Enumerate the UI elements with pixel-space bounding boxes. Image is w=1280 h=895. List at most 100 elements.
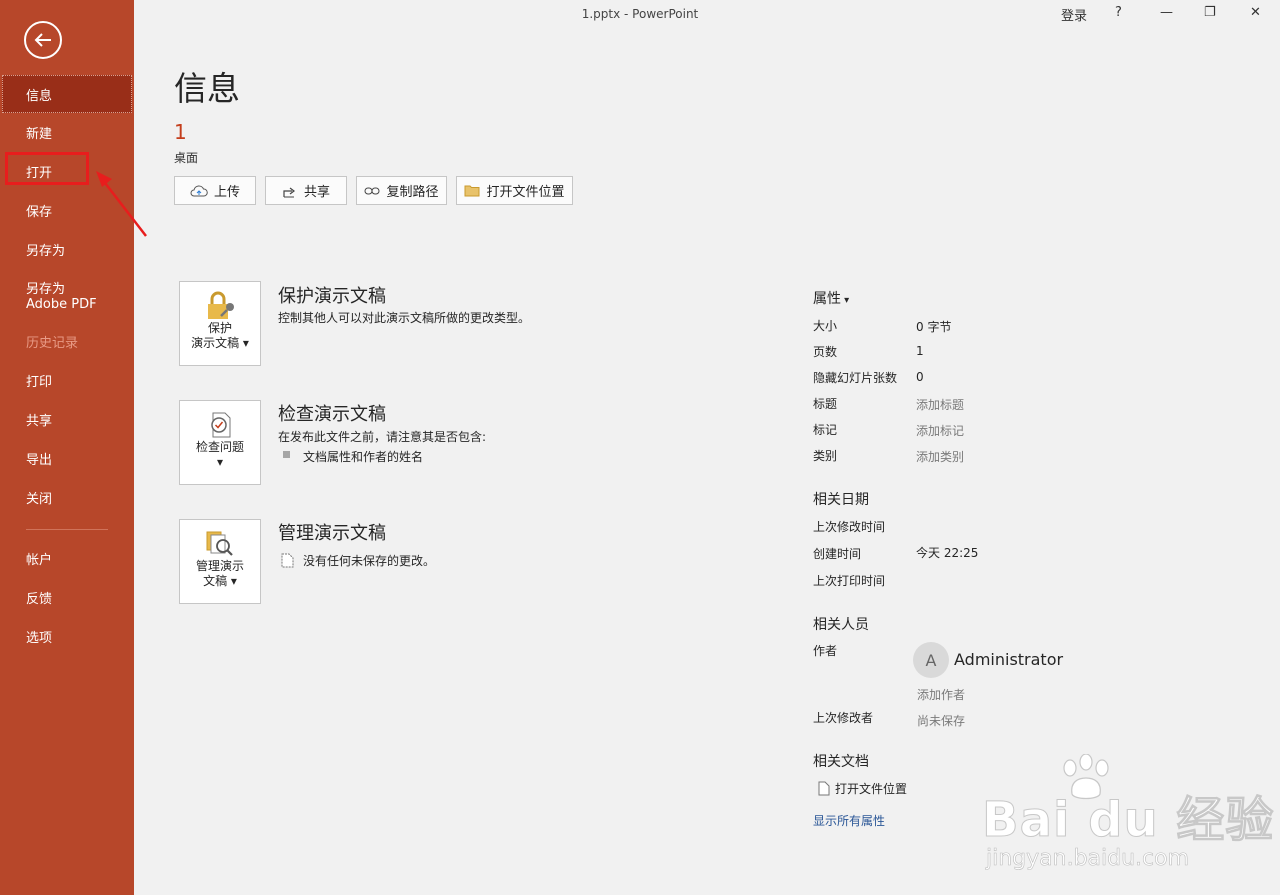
- share-icon: [283, 187, 295, 197]
- prop-size-label: 大小: [813, 319, 838, 333]
- prop-title-input[interactable]: 添加标题: [916, 396, 964, 413]
- copy-path-button[interactable]: 复制路径: [356, 176, 447, 205]
- nav-save-as-pdf[interactable]: 另存为 Adobe PDF: [0, 282, 110, 316]
- nav-new[interactable]: 新建: [0, 113, 134, 151]
- author-name[interactable]: Administrator: [954, 650, 1063, 669]
- baidu-watermark: Bai du 经验 jingyan.baidu.com: [981, 754, 1275, 871]
- manage-section-title: 管理演示文稿: [278, 523, 386, 544]
- nav-print-label: 打印: [26, 374, 53, 390]
- prop-category-input[interactable]: 添加类别: [916, 448, 964, 465]
- protect-presentation-tile[interactable]: 保护 演示文稿 ▾: [179, 281, 261, 366]
- check-issues-tile[interactable]: 检查问题 ▾: [179, 400, 261, 485]
- prop-pages-value: 1: [916, 344, 924, 358]
- manage-presentation-tile[interactable]: 管理演示 文稿 ▾: [179, 519, 261, 604]
- prop-hidden-slides-value: 0: [916, 370, 924, 384]
- nav-feedback-label: 反馈: [26, 591, 53, 607]
- nav-save-as-pdf-label: 另存为 Adobe PDF: [26, 282, 97, 312]
- open-file-location-link[interactable]: 打开文件位置: [818, 780, 907, 797]
- related-people-heading: 相关人员: [813, 617, 869, 633]
- nav-export[interactable]: 导出: [0, 439, 134, 477]
- manage-tile-label-1: 管理演示: [195, 559, 244, 573]
- nav-account[interactable]: 帐户: [0, 539, 134, 577]
- nav-separator: [26, 529, 108, 530]
- created-label: 创建时间: [813, 547, 862, 561]
- back-arrow-icon: [34, 33, 51, 47]
- protect-tile-label-2: 演示文稿 ▾: [191, 336, 249, 350]
- file-icon: [818, 781, 830, 796]
- paw-logo-icon: [1063, 754, 1109, 800]
- prop-size-value: 0 字节: [916, 320, 952, 334]
- nav-close[interactable]: 关闭: [0, 478, 134, 516]
- nav-account-label: 帐户: [26, 552, 53, 568]
- protect-tile-label-1: 保护: [207, 321, 232, 335]
- share-label: 共享: [303, 185, 330, 200]
- highlight-annotation-box: [5, 152, 89, 185]
- nav-options-label: 选项: [26, 630, 53, 646]
- open-file-location-link-label: 打开文件位置: [835, 782, 908, 796]
- prop-pages-label: 页数: [813, 345, 838, 359]
- document-icon: [281, 553, 294, 568]
- prop-tags-label: 标记: [813, 423, 838, 437]
- protect-section-desc: 控制其他人可以对此演示文稿所做的更改类型。: [278, 311, 531, 325]
- manage-section-desc: 没有任何未保存的更改。: [303, 554, 436, 568]
- lock-key-icon: [208, 291, 234, 319]
- nav-share[interactable]: 共享: [0, 400, 134, 438]
- close-window-button[interactable]: ✕: [1250, 5, 1261, 20]
- nav-feedback[interactable]: 反馈: [0, 578, 134, 616]
- prop-category-label: 类别: [813, 449, 838, 463]
- prop-title-label: 标题: [813, 397, 838, 411]
- last-modified-by-label: 上次修改者: [813, 711, 874, 725]
- open-file-location-label: 打开文件位置: [486, 185, 565, 200]
- minimize-button[interactable]: —: [1160, 5, 1173, 20]
- inspect-section-desc: 在发布此文件之前，请注意其是否包含:: [278, 430, 487, 444]
- nav-new-label: 新建: [26, 126, 53, 142]
- nav-info-label: 信息: [26, 88, 53, 104]
- document-name: 1: [174, 120, 187, 144]
- bullet-icon: [283, 451, 290, 458]
- restore-button[interactable]: ❐: [1204, 5, 1216, 20]
- backstage-sidebar: 信息 新建 打开 保存 另存为 另存为 Adobe PDF 历史记录 打印 共享…: [0, 0, 134, 895]
- nav-save-as-label: 另存为: [26, 243, 66, 259]
- nav-options[interactable]: 选项: [0, 617, 134, 655]
- related-dates-heading: 相关日期: [813, 492, 869, 508]
- protect-section-title: 保护演示文稿: [278, 286, 386, 307]
- prop-hidden-slides-label: 隐藏幻灯片张数: [813, 371, 898, 385]
- author-label: 作者: [813, 644, 838, 658]
- folder-icon: [464, 185, 480, 197]
- prop-tags-input[interactable]: 添加标记: [916, 422, 964, 439]
- nav-print[interactable]: 打印: [0, 361, 134, 399]
- share-button[interactable]: 共享: [265, 176, 347, 205]
- manage-document-icon: [206, 531, 233, 556]
- show-all-properties-link[interactable]: 显示所有属性: [813, 812, 885, 829]
- check-issues-dropdown-icon: ▾: [216, 455, 224, 469]
- nav-close-label: 关闭: [26, 491, 53, 507]
- inspect-bullet-text: 文档属性和作者的姓名: [303, 450, 424, 464]
- window-title: 1.pptx - PowerPoint: [581, 7, 699, 21]
- upload-label: 上传: [213, 185, 240, 200]
- page-title: 信息: [174, 69, 240, 108]
- add-author-input[interactable]: 添加作者: [917, 686, 965, 703]
- nav-history-label: 历史记录: [26, 335, 79, 351]
- help-button[interactable]: ?: [1115, 5, 1122, 20]
- cloud-upload-icon: [190, 184, 208, 196]
- back-button[interactable]: [24, 21, 62, 59]
- watermark-main-text: Bai du 经验: [981, 792, 1275, 849]
- nav-info[interactable]: 信息: [2, 75, 132, 113]
- check-issues-tile-label: 检查问题: [195, 440, 244, 454]
- avatar[interactable]: A: [913, 642, 949, 678]
- properties-heading[interactable]: 属性 ▾: [813, 288, 849, 308]
- nav-history: 历史记录: [0, 322, 134, 360]
- last-modified-by-value: 尚未保存: [917, 714, 966, 728]
- document-location: 桌面: [174, 151, 199, 165]
- annotation-arrow-icon: [96, 171, 147, 237]
- inspect-document-icon: [211, 412, 231, 438]
- sign-in-button[interactable]: 登录: [1061, 5, 1087, 24]
- copy-path-label: 复制路径: [386, 185, 439, 200]
- last-modified-label: 上次修改时间: [813, 520, 886, 534]
- open-file-location-button[interactable]: 打开文件位置: [456, 176, 573, 205]
- link-icon: [364, 187, 380, 194]
- upload-button[interactable]: 上传: [174, 176, 256, 205]
- nav-save-label: 保存: [26, 204, 53, 220]
- created-value: 今天 22:25: [916, 546, 979, 560]
- nav-share-label: 共享: [26, 413, 53, 429]
